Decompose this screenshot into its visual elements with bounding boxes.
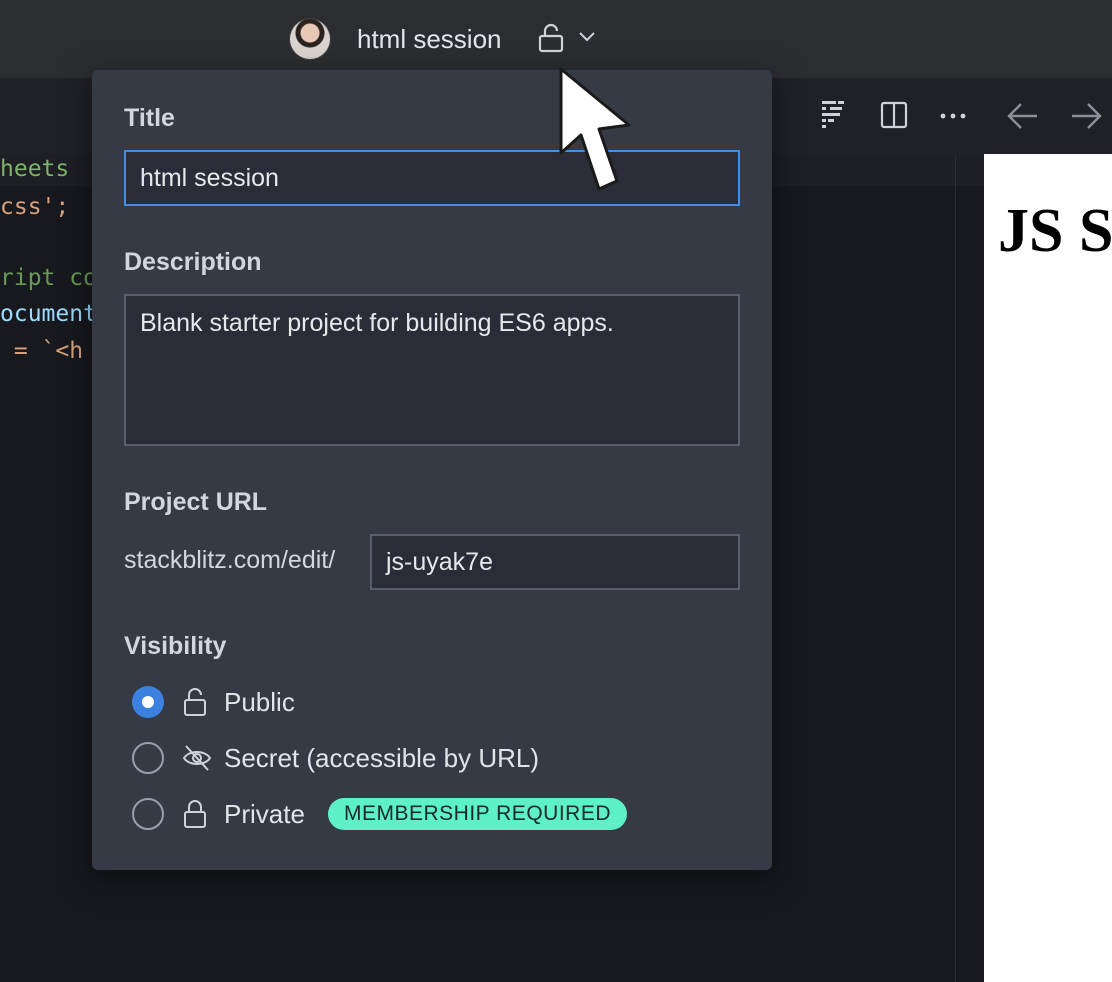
code-line: ocument (0, 301, 97, 327)
editor-divider (955, 154, 956, 982)
project-url-input[interactable]: js-uyak7e (370, 534, 740, 590)
url-prefix: stackblitz.com/edit/ (124, 546, 336, 574)
project-url-label: Project URL (124, 488, 268, 516)
membership-required-badge: MEMBERSHIP REQUIRED (328, 798, 627, 830)
unlock-icon (182, 686, 210, 723)
preview-heading: JS S (998, 197, 1112, 265)
option-public-label[interactable]: Public (224, 687, 295, 718)
lock-icon (182, 798, 210, 835)
title-input[interactable]: html session (124, 150, 740, 206)
radio-private[interactable] (132, 798, 164, 830)
session-title[interactable]: html session (357, 24, 502, 55)
code-line: css'; (0, 194, 70, 220)
chevron-down-icon[interactable] (577, 29, 597, 48)
mouse-cursor-icon (555, 65, 635, 200)
eye-off-icon (182, 742, 212, 779)
code-line: ript co (0, 265, 97, 291)
radio-public[interactable] (132, 686, 164, 718)
more-icon[interactable] (939, 99, 969, 136)
code-line: heets (0, 156, 70, 182)
code-line: = `<h (0, 338, 84, 364)
option-secret-label[interactable]: Secret (accessible by URL) (224, 743, 539, 774)
back-arrow-icon[interactable] (1005, 99, 1041, 136)
title-label: Title (124, 104, 175, 132)
option-private-label[interactable]: Private (224, 799, 305, 830)
forward-arrow-icon[interactable] (1070, 99, 1106, 136)
description-label: Description (124, 248, 262, 276)
split-view-icon[interactable] (880, 99, 908, 136)
radio-secret[interactable] (132, 742, 164, 774)
preview-pane: JS S (984, 154, 1112, 982)
visibility-label: Visibility (124, 632, 227, 660)
user-avatar[interactable] (290, 19, 330, 59)
unlock-icon[interactable] (537, 22, 567, 59)
prettier-icon[interactable] (820, 99, 846, 136)
description-textarea[interactable]: Blank starter project for building ES6 a… (124, 294, 740, 446)
